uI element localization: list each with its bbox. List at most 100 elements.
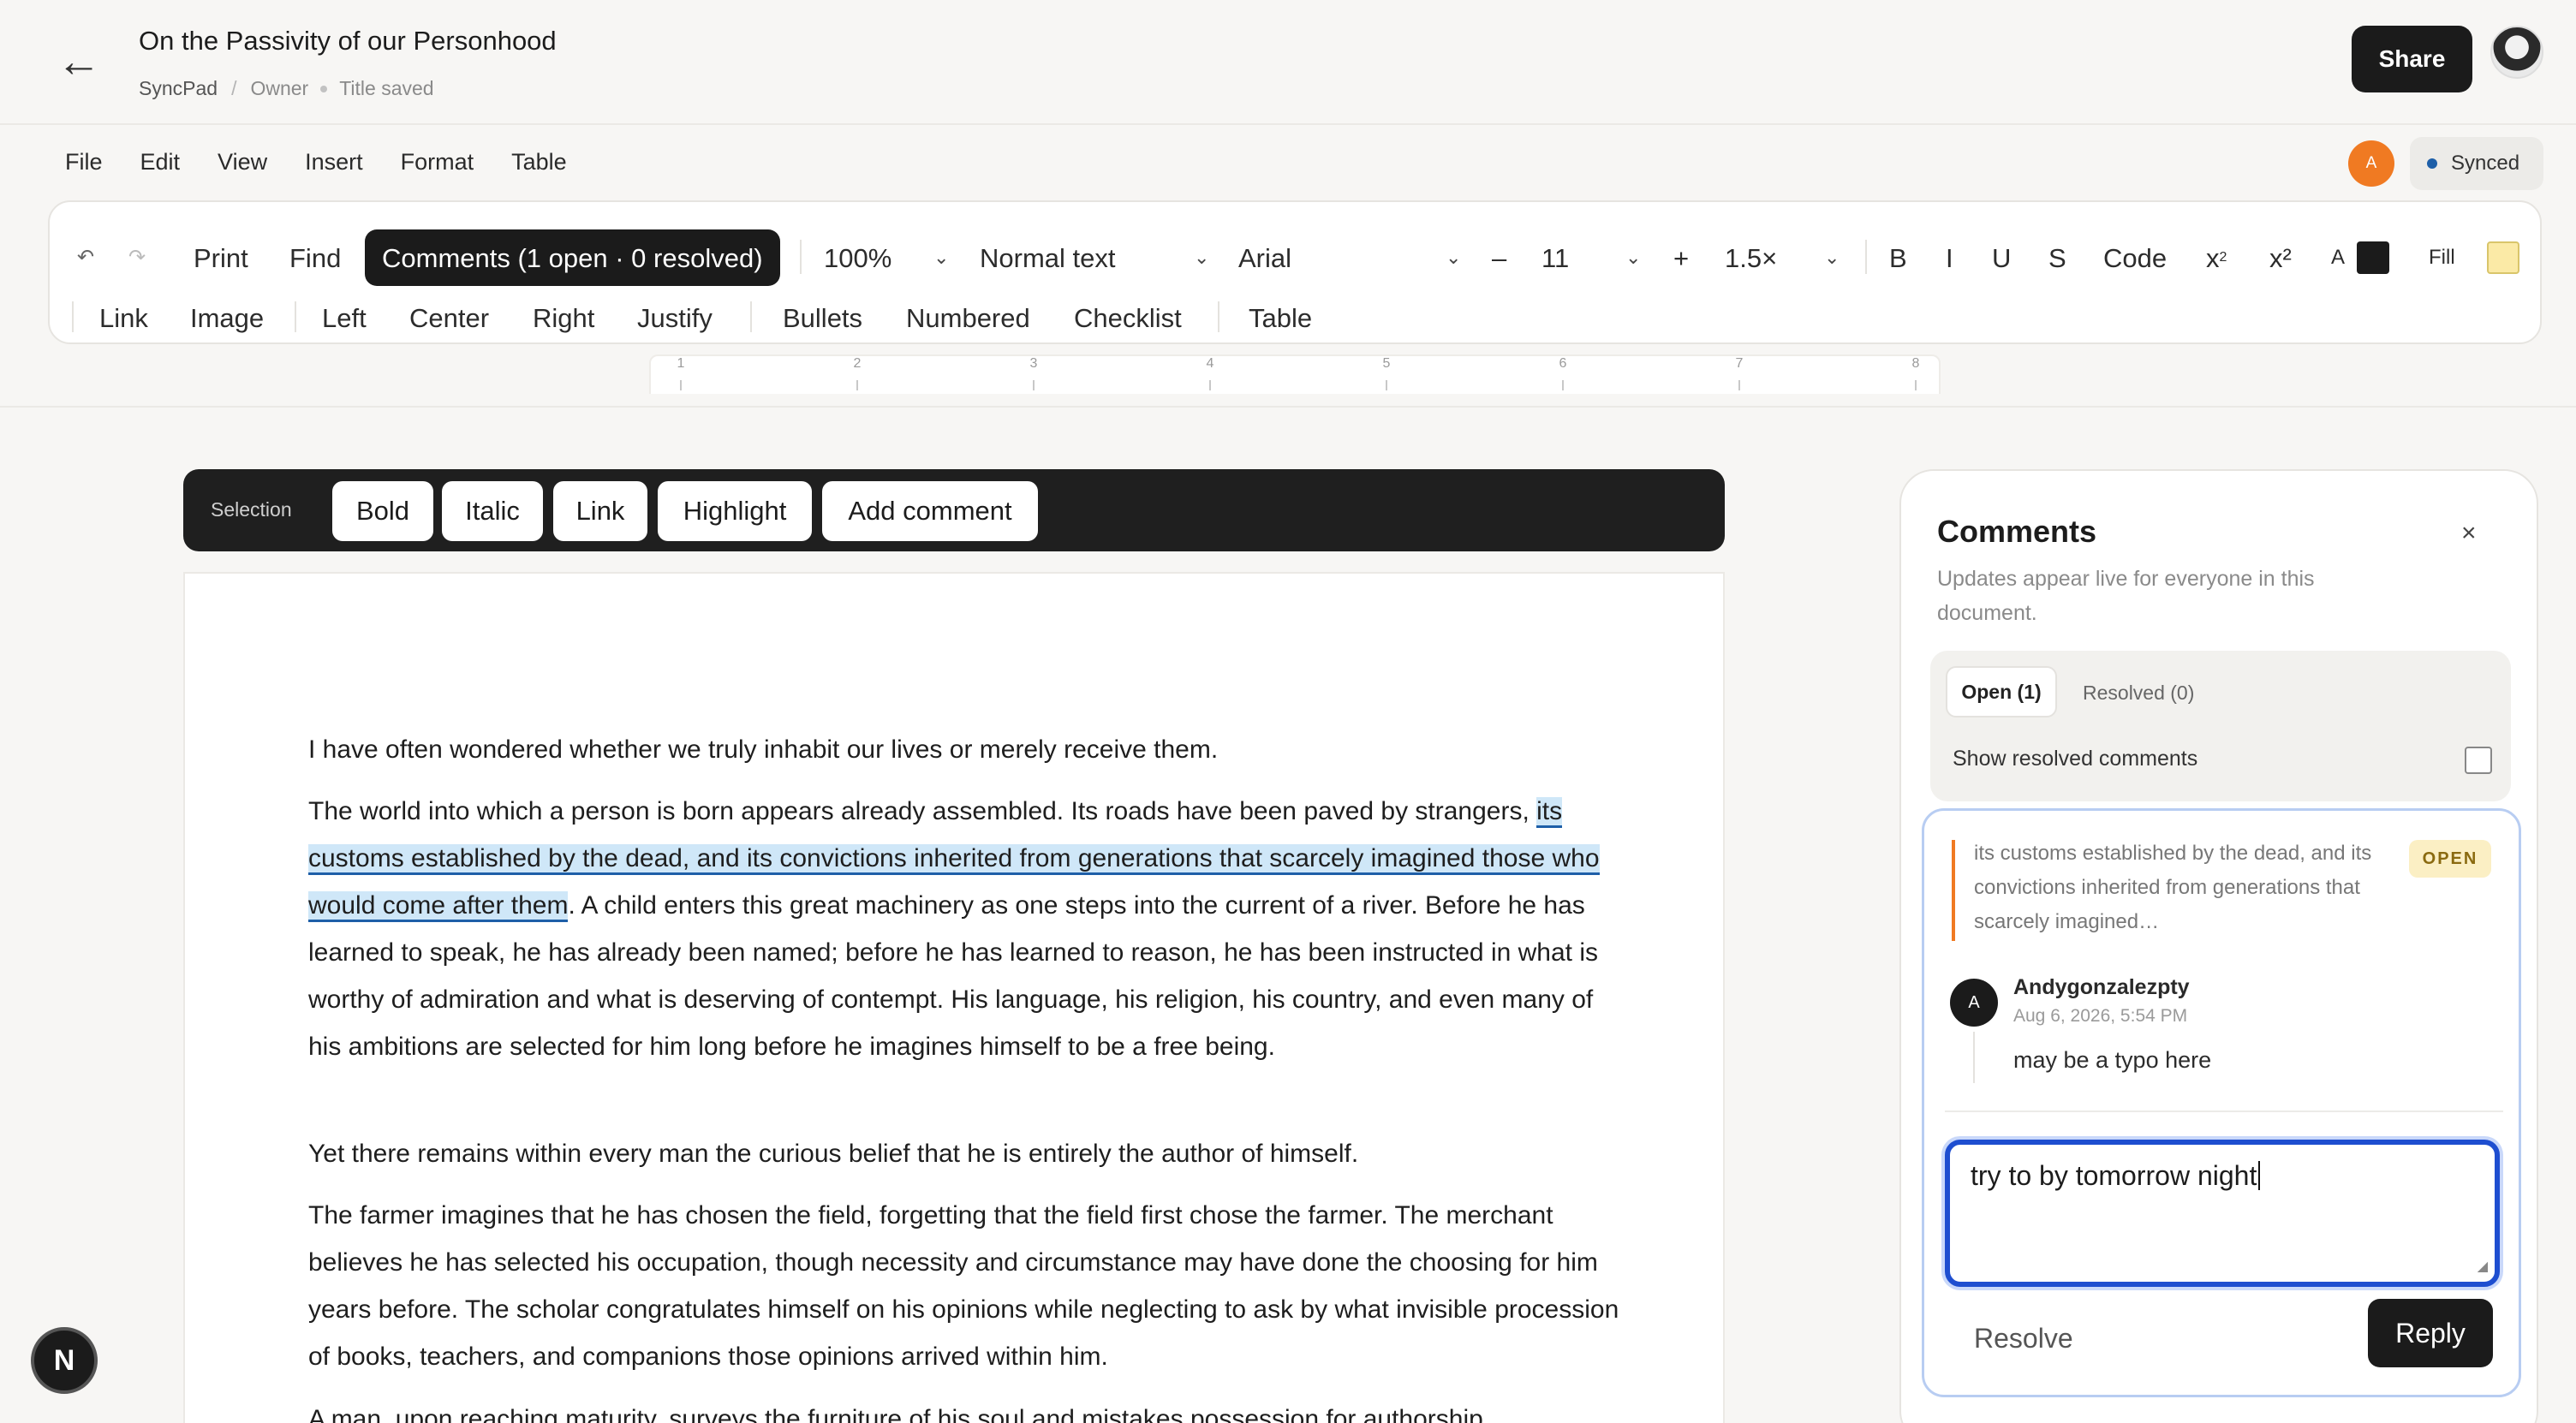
paragraph[interactable]: Yet there remains within every man the c… [308,1130,1627,1177]
line-spacing-select[interactable]: 1.5× [1725,231,1777,284]
paragraph[interactable]: A man, upon reaching maturity, surveys t… [308,1396,1627,1423]
ruler-tick: 2 [849,356,866,390]
underline-button[interactable]: U [1992,231,2011,284]
ruler-tick: 7 [1731,356,1748,390]
find-button[interactable]: Find [289,231,341,284]
selection-toolbar: Selection Bold Italic Link Highlight Add… [183,469,1725,551]
selection-bold-button[interactable]: Bold [332,481,433,541]
show-resolved-checkbox[interactable] [2465,747,2492,774]
font-family-select[interactable]: Arial [1238,231,1291,284]
selection-link-button[interactable]: Link [553,481,647,541]
menu-view[interactable]: View [218,149,267,176]
toolbar-bottom-divider [0,406,2576,408]
comments-title: Comments [1937,514,2097,549]
close-icon[interactable]: × [2461,519,2477,548]
align-right-button[interactable]: Right [533,295,594,341]
subscript-button[interactable]: x2 [2206,231,2227,284]
toolbar-divider [1218,301,1219,332]
chevron-down-icon[interactable]: ⌄ [1824,231,1840,284]
reply-button[interactable]: Reply [2368,1299,2493,1367]
chevron-down-icon[interactable]: ⌄ [1625,231,1641,284]
align-left-button[interactable]: Left [322,295,367,341]
comment-timestamp: Aug 6, 2026, 5:54 PM [2013,1006,2188,1026]
paragraph[interactable]: I have often wondered whether we truly i… [308,726,1627,773]
menu-file[interactable]: File [65,149,103,176]
breadcrumb-separator: / [231,77,237,99]
status-dot [320,85,328,92]
insert-table-button[interactable]: Table [1249,295,1312,341]
user-avatar[interactable] [2490,26,2543,79]
selection-highlight-button[interactable]: Highlight [658,481,812,541]
fill-color-swatch[interactable] [2487,241,2519,274]
toolbar-divider [750,301,752,332]
paragraph[interactable]: The farmer imagines that he has chosen t… [308,1192,1627,1380]
increase-font-size-button[interactable]: + [1673,231,1689,284]
decrease-font-size-button[interactable]: – [1492,231,1506,284]
align-center-button[interactable]: Center [409,295,489,341]
resize-handle-icon[interactable]: ◢ [2478,1258,2488,1275]
print-button[interactable]: Print [194,231,248,284]
ruler-tick: 6 [1554,356,1571,390]
menu-table[interactable]: Table [511,149,567,176]
chevron-down-icon[interactable]: ⌄ [933,231,949,284]
code-button[interactable]: Code [2103,231,2167,284]
comments-toggle-button[interactable]: Comments (1 open · 0 resolved) [365,229,780,286]
paragraph-style-select[interactable]: Normal text [980,231,1115,284]
tab-resolved-comments[interactable]: Resolved (0) [2083,682,2194,705]
resolve-button[interactable]: Resolve [1974,1323,2073,1355]
text-cursor [2258,1161,2261,1190]
breadcrumb-role: Owner [250,77,309,99]
menu-format[interactable]: Format [401,149,474,176]
sync-label: Synced [2451,152,2520,175]
tab-open-comments[interactable]: Open (1) [1946,666,2057,717]
chevron-down-icon[interactable]: ⌄ [1446,231,1461,284]
formatting-toolbar: ↶ ↷ Print Find Comments (1 open · 0 reso… [48,200,2542,344]
paragraph-text: The world into which a person is born ap… [308,797,1537,825]
superscript-button[interactable]: x² [2269,231,2292,284]
dev-tools-badge-icon[interactable]: N [31,1327,98,1394]
zoom-select[interactable]: 100% [824,231,891,284]
share-button[interactable]: Share [2352,26,2472,92]
menu-bar: File Edit View Insert Format Table [65,149,605,176]
paragraph[interactable]: The world into which a person is born ap… [308,788,1627,1070]
subscript-label: x [2206,242,2220,273]
text-color-label: A [2331,246,2346,269]
text-color-swatch[interactable] [2357,241,2389,274]
document-title[interactable]: On the Passivity of our Personhood [139,26,557,57]
insert-link-button[interactable]: Link [99,295,148,341]
ruler-tick: 4 [1202,356,1219,390]
toolbar-divider [72,301,74,332]
document-page[interactable]: I have often wondered whether we truly i… [183,572,1725,1423]
arrow-left-icon[interactable]: ← [57,38,101,86]
comments-subtitle: Updates appear live for everyone in this… [1937,567,2315,625]
redo-icon[interactable]: ↷ [128,231,146,284]
numbered-list-button[interactable]: Numbered [906,295,1030,341]
comment-body: may be a typo here [2013,1047,2212,1073]
selection-italic-button[interactable]: Italic [442,481,543,541]
breadcrumb-app[interactable]: SyncPad [139,77,218,100]
reply-input-value: try to by tomorrow night [1971,1160,2257,1191]
thread-line [1973,1032,1975,1083]
bullets-button[interactable]: Bullets [783,295,862,341]
chevron-down-icon[interactable]: ⌄ [1194,231,1209,284]
comment-thread[interactable]: its customs established by the dead, and… [1922,808,2521,1397]
selection-label: Selection [211,498,292,521]
checklist-button[interactable]: Checklist [1074,295,1182,341]
toolbar-divider [295,301,296,332]
italic-button[interactable]: I [1946,231,1953,284]
bold-button[interactable]: B [1889,231,1907,284]
insert-image-button[interactable]: Image [190,295,264,341]
strikethrough-button[interactable]: S [2048,231,2066,284]
add-comment-button[interactable]: Add comment [822,481,1038,541]
menu-edit[interactable]: Edit [140,149,181,176]
undo-icon[interactable]: ↶ [77,231,94,284]
presence-avatar[interactable]: A [2348,140,2394,187]
sync-dot [2427,158,2437,169]
menu-insert[interactable]: Insert [305,149,363,176]
justify-button[interactable]: Justify [637,295,713,341]
toolbar-divider [1865,240,1867,274]
comment-filter-box: Open (1) Resolved (0) Show resolved comm… [1930,651,2511,801]
reply-input[interactable]: try to by tomorrow night ◢ [1945,1140,2500,1287]
ruler: 1 2 3 4 5 6 7 8 [649,354,1941,394]
font-size-select[interactable]: 11 [1541,231,1569,284]
